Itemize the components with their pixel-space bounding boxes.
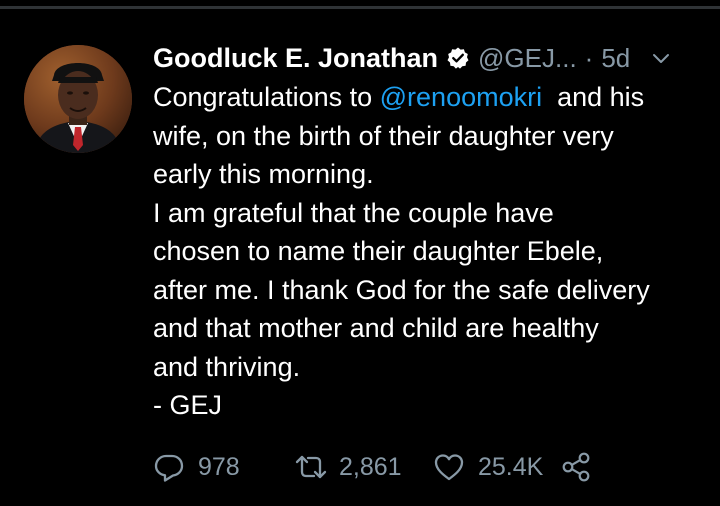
verified-badge-icon <box>446 46 470 70</box>
mention-link[interactable]: @renoomokri <box>380 82 542 112</box>
retweet-count: 2,861 <box>339 452 402 481</box>
tweet-line: chosen to name their daughter Ebele, <box>153 236 604 266</box>
tweet-line: after me. I thank God for the safe deliv… <box>153 274 650 305</box>
tweet-line: early this morning. <box>153 159 374 189</box>
top-divider <box>0 6 720 9</box>
tweet-line: Congratulations to @renoomokri and his <box>153 78 708 117</box>
author-handle[interactable]: @GEJ... <box>478 43 577 74</box>
author-name[interactable]: Goodluck E. Jonathan <box>153 43 438 74</box>
reply-bubble-icon <box>153 451 185 483</box>
tweet-line: wife, on the birth of their daughter ver… <box>153 120 614 151</box>
like-button[interactable]: 25.4K <box>433 451 573 483</box>
heart-icon <box>433 451 465 483</box>
avatar[interactable] <box>24 45 132 153</box>
tweet-actions: 978 2,861 25.4K <box>153 447 591 487</box>
chevron-down-icon[interactable] <box>650 47 672 69</box>
reply-count: 978 <box>198 452 240 481</box>
share-icon <box>561 451 591 483</box>
share-button[interactable] <box>561 451 591 483</box>
retweet-button[interactable]: 2,861 <box>293 451 433 483</box>
tweet-text: Congratulations to @renoomokri and his w… <box>153 78 708 425</box>
tweet-text-segment: and his <box>542 82 645 112</box>
avatar-image <box>24 45 132 153</box>
reply-button[interactable]: 978 <box>153 451 293 483</box>
like-count: 25.4K <box>478 452 544 481</box>
tweet-line: - GEJ <box>153 390 223 420</box>
retweet-icon <box>293 451 329 483</box>
tweet-line: and that mother and child are healthy <box>153 313 599 343</box>
tweet-line: I am grateful that the couple have <box>153 197 554 228</box>
tweet-header: Goodluck E. Jonathan @GEJ... · 5d <box>153 38 698 78</box>
tweet-line: and thriving. <box>153 351 301 382</box>
tweet-text-segment: Congratulations to <box>153 82 380 112</box>
separator-dot: · <box>584 42 594 73</box>
tweet-timestamp[interactable]: 5d <box>601 43 630 74</box>
